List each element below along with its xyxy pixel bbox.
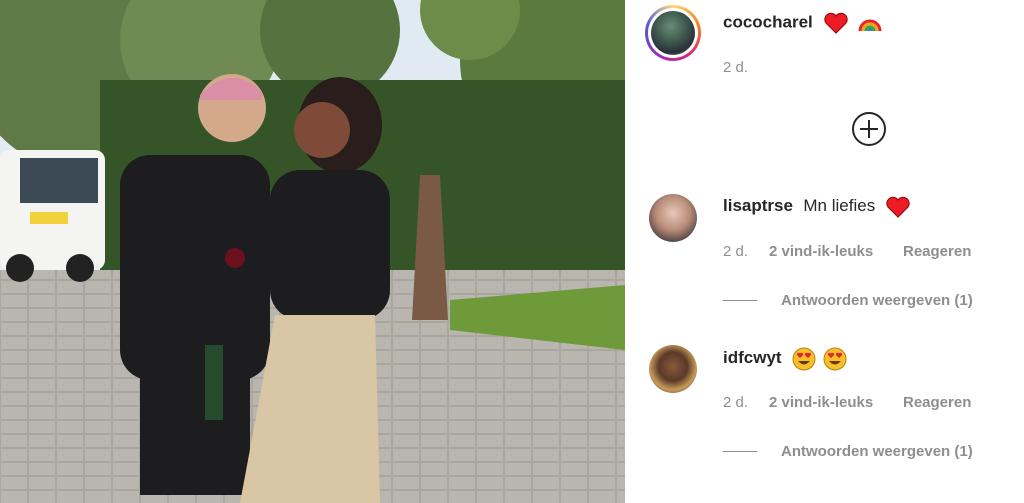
reply-button[interactable]: Reageren (903, 394, 971, 411)
comment-time: 2 d. (723, 394, 749, 411)
comment-username[interactable]: idfcwyt (723, 348, 782, 367)
comment-avatar-idfcwyt[interactable] (649, 345, 697, 393)
author-username[interactable]: cococharel (723, 12, 882, 34)
heart-eyes-icon (792, 347, 816, 371)
heart-eyes-icon (823, 347, 847, 371)
red-heart-icon (885, 196, 910, 218)
comment-username[interactable]: lisaptrse (723, 196, 793, 215)
post-photo[interactable] (0, 0, 625, 503)
view-replies-button[interactable]: Antwoorden weergeven (1) (781, 292, 973, 309)
comment-avatar-lisaptrse[interactable] (649, 194, 697, 242)
comment-likes[interactable]: 2 vind-ik-leuks (769, 243, 873, 260)
red-heart-icon (823, 12, 848, 34)
comment-lisaptrse: lisaptrse Mn liefies (723, 196, 910, 218)
comments-panel: cococharel 2 d. lisaptrse Mn liefies 2 d… (625, 0, 1024, 503)
comment-text: Mn liefies (803, 196, 876, 216)
comment-likes[interactable]: 2 vind-ik-leuks (769, 394, 873, 411)
rainbow-icon (858, 19, 882, 32)
photo-illustration (0, 0, 625, 503)
comment-time: 2 d. (723, 243, 749, 260)
author-avatar[interactable] (645, 5, 701, 61)
plus-circle-icon[interactable] (851, 111, 887, 147)
view-replies-button[interactable]: Antwoorden weergeven (1) (781, 443, 973, 460)
reply-button[interactable]: Reageren (903, 243, 971, 260)
replies-divider (723, 451, 757, 452)
post-time: 2 d. (723, 59, 749, 76)
comment-idfcwyt: idfcwyt (723, 347, 847, 371)
replies-divider (723, 300, 757, 301)
